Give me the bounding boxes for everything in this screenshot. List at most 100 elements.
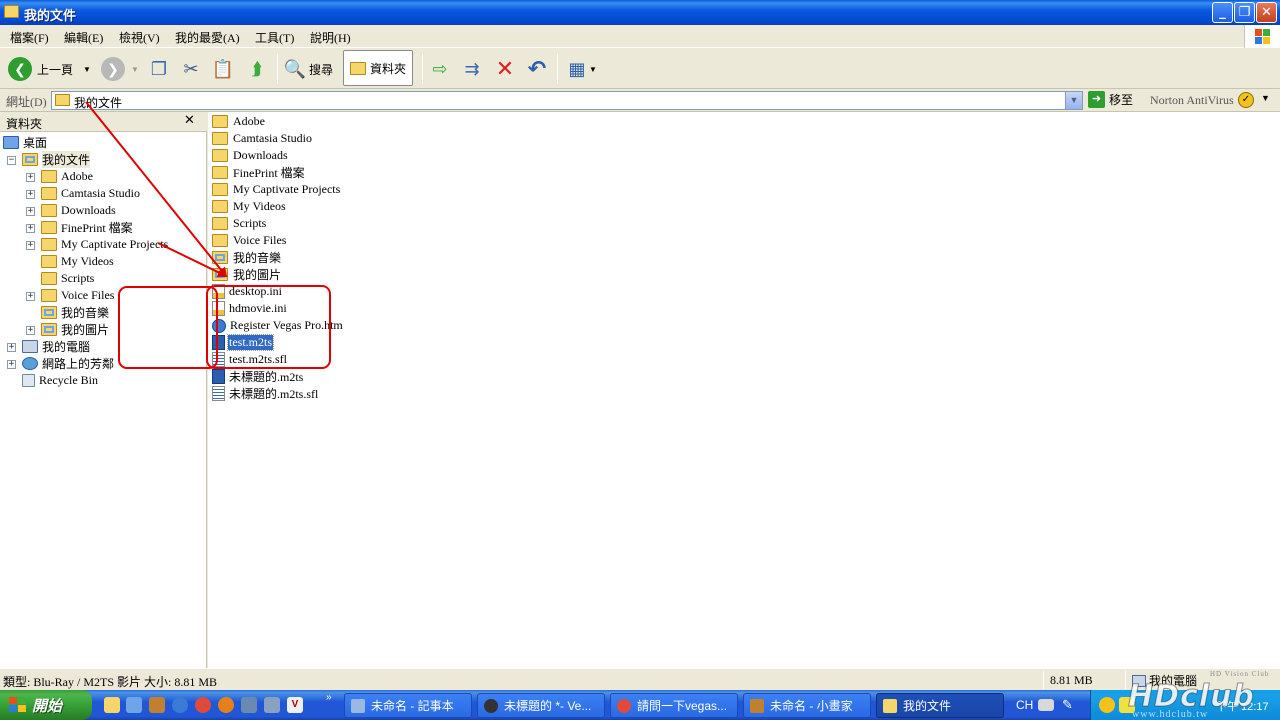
- go-button[interactable]: ➜ 移至: [1088, 91, 1133, 108]
- menu-file[interactable]: 檔案(F): [10, 29, 49, 46]
- menu-view[interactable]: 檢視(V): [119, 29, 160, 46]
- tree-item-my-videos[interactable]: My Videos: [41, 253, 114, 270]
- address-dropdown-icon[interactable]: ▼: [1065, 92, 1082, 109]
- taskbar-item-paint[interactable]: 未命名 - 小畫家: [743, 693, 871, 718]
- folders-pane-close-icon[interactable]: ✕: [184, 113, 195, 128]
- taskbar-item-browser[interactable]: 請問一下vegas...: [610, 693, 738, 718]
- expand-icon[interactable]: +: [7, 360, 16, 369]
- chrome-icon[interactable]: [195, 697, 211, 713]
- list-item[interactable]: desktop.ini: [212, 283, 283, 300]
- list-item[interactable]: Camtasia Studio: [212, 130, 313, 147]
- menu-edit[interactable]: 編輯(E): [64, 29, 103, 46]
- list-item[interactable]: 我的圖片: [212, 266, 282, 283]
- norton-shield-icon[interactable]: ✓: [1238, 92, 1254, 108]
- list-item[interactable]: FinePrint 檔案: [212, 164, 306, 181]
- expand-icon[interactable]: +: [26, 190, 35, 199]
- collapse-icon[interactable]: −: [7, 156, 16, 165]
- cut-button[interactable]: ✂: [179, 54, 203, 84]
- vegas-icon[interactable]: V: [287, 697, 303, 713]
- forward-button[interactable]: ❯ ▼: [101, 54, 139, 84]
- undo-button[interactable]: ↶: [525, 54, 549, 84]
- copy-button[interactable]: ❐: [147, 54, 171, 84]
- list-item[interactable]: 未標題的.m2ts.sfl: [212, 385, 319, 402]
- expand-icon[interactable]: +: [26, 241, 35, 250]
- up-folder-button[interactable]: ⮭: [245, 54, 269, 84]
- delete-button[interactable]: ✕: [493, 54, 517, 84]
- views-button[interactable]: ▦ ▼: [565, 54, 596, 84]
- tree-item-camtasia[interactable]: Camtasia Studio: [41, 185, 140, 202]
- search-button[interactable]: 🔍 搜尋: [283, 54, 333, 84]
- expand-icon[interactable]: +: [7, 343, 16, 352]
- tree-item-my-computer[interactable]: 我的電腦: [22, 338, 90, 355]
- norton-tray-icon[interactable]: [1099, 697, 1115, 713]
- tree-item-captivate[interactable]: My Captivate Projects: [41, 236, 168, 253]
- menu-tools[interactable]: 工具(T): [255, 29, 294, 46]
- tree-item-recycle-bin[interactable]: Recycle Bin: [22, 372, 98, 389]
- list-item[interactable]: 未標題的.m2ts: [212, 368, 304, 385]
- tree-item-my-documents[interactable]: 我的文件: [22, 151, 91, 168]
- taskbar-item-my-documents[interactable]: 我的文件: [876, 693, 1004, 718]
- start-button[interactable]: 開始: [0, 690, 92, 720]
- close-button[interactable]: ✕: [1256, 2, 1277, 23]
- quick-launch-icon[interactable]: [241, 697, 257, 713]
- paint-icon: [750, 698, 764, 713]
- tray-icon[interactable]: [1119, 697, 1135, 713]
- paste-button[interactable]: 📋: [211, 54, 235, 84]
- maximize-button[interactable]: ❐: [1234, 2, 1255, 23]
- tree-item-my-pictures[interactable]: 我的圖片: [41, 321, 109, 338]
- expand-icon[interactable]: +: [26, 292, 35, 301]
- window-title-bar[interactable]: 我的文件 _ ❐ ✕: [0, 0, 1280, 25]
- menu-help[interactable]: 說明(H): [310, 29, 351, 46]
- tree-item-network[interactable]: 網路上的芳鄰: [22, 355, 114, 372]
- list-item[interactable]: hdmovie.ini: [212, 300, 288, 317]
- list-item[interactable]: Scripts: [212, 215, 267, 232]
- desktop-screen: 我的文件 _ ❐ ✕ 檔案(F) 編輯(E) 檢視(V) 我的最愛(A) 工具(…: [0, 0, 1280, 720]
- tree-item-desktop[interactable]: 桌面: [3, 134, 47, 151]
- address-input[interactable]: 我的文件 ▼: [51, 91, 1083, 110]
- html-file-icon: [212, 318, 226, 333]
- list-item[interactable]: 我的音樂: [212, 249, 282, 266]
- quick-launch-more-icon[interactable]: »: [326, 692, 332, 703]
- taskbar-item-vegas[interactable]: 未標題的 *- Ve...: [477, 693, 605, 718]
- expand-icon[interactable]: +: [26, 224, 35, 233]
- list-item[interactable]: Adobe: [212, 113, 266, 130]
- tree-item-my-music[interactable]: 我的音樂: [41, 304, 109, 321]
- list-item-selected[interactable]: test.m2ts: [212, 334, 275, 351]
- show-desktop-icon[interactable]: [104, 697, 120, 713]
- list-item[interactable]: My Videos: [212, 198, 287, 215]
- paint-icon[interactable]: [149, 697, 165, 713]
- expand-icon[interactable]: +: [26, 207, 35, 216]
- list-item[interactable]: test.m2ts.sfl: [212, 351, 288, 368]
- list-item[interactable]: My Captivate Projects: [212, 181, 341, 198]
- minimize-button[interactable]: _: [1212, 2, 1233, 23]
- ini-file-icon: [212, 301, 225, 316]
- quick-launch-icon[interactable]: [126, 697, 142, 713]
- taskbar-item-notepad[interactable]: 未命名 - 記事本: [344, 693, 472, 718]
- list-item[interactable]: Register Vegas Pro.htm: [212, 317, 344, 334]
- language-indicator[interactable]: CH: [1016, 698, 1033, 712]
- pen-icon[interactable]: ✎: [1062, 697, 1078, 713]
- back-button[interactable]: ❮ 上一頁 ▼: [8, 54, 91, 84]
- tree-item-voice-files[interactable]: Voice Files: [41, 287, 114, 304]
- keyboard-icon[interactable]: [1038, 699, 1054, 711]
- folders-button[interactable]: 資料夾: [343, 50, 414, 86]
- video-file-icon: [212, 335, 225, 350]
- list-item[interactable]: Voice Files: [212, 232, 287, 249]
- firefox-icon[interactable]: [218, 697, 234, 713]
- norton-dropdown-icon[interactable]: ▼: [1261, 93, 1270, 103]
- tree-item-scripts[interactable]: Scripts: [41, 270, 94, 287]
- quick-launch-icon[interactable]: [264, 697, 280, 713]
- internet-explorer-icon[interactable]: [172, 697, 188, 713]
- list-item[interactable]: Downloads: [212, 147, 289, 164]
- clock[interactable]: 下午 12:17: [1216, 698, 1269, 714]
- tree-item-fineprint[interactable]: FinePrint 檔案: [41, 219, 133, 236]
- tree-item-downloads[interactable]: Downloads: [41, 202, 116, 219]
- expand-icon[interactable]: +: [26, 326, 35, 335]
- expand-icon[interactable]: +: [26, 173, 35, 182]
- norton-antivirus-label[interactable]: Norton AntiVirus: [1150, 93, 1234, 108]
- copy-to-button[interactable]: ⇉: [460, 54, 484, 84]
- menu-favorites[interactable]: 我的最愛(A): [175, 29, 240, 46]
- file-list[interactable]: Adobe Camtasia Studio Downloads FinePrin…: [208, 112, 1280, 668]
- tree-item-adobe[interactable]: Adobe: [41, 168, 93, 185]
- move-to-button[interactable]: ⇨: [428, 54, 452, 84]
